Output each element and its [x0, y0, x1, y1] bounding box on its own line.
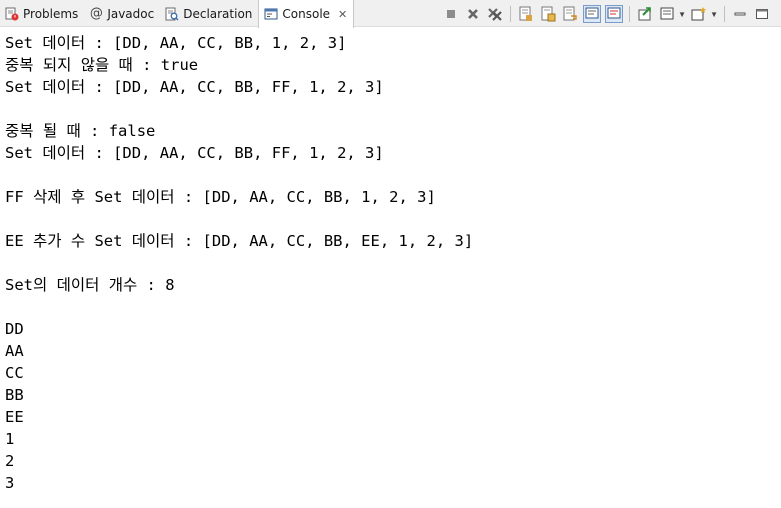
tab-declaration[interactable]: Declaration	[160, 0, 258, 27]
console-output[interactable]: Set 데이터 : [DD, AA, CC, BB, 1, 2, 3] 중복 되…	[0, 28, 781, 508]
scroll-lock-icon[interactable]	[539, 5, 557, 23]
pin-console-icon[interactable]	[636, 5, 654, 23]
console-line: Set 데이터 : [DD, AA, CC, BB, 1, 2, 3]	[5, 34, 347, 52]
console-line: BB	[5, 386, 24, 404]
console-line: 2	[5, 452, 15, 470]
clear-console-icon[interactable]	[517, 5, 535, 23]
toolbar-separator	[724, 6, 725, 22]
console-line: 중복 되지 않을 때 : true	[5, 56, 199, 74]
console-line: DD	[5, 320, 24, 338]
console-line: 3	[5, 474, 15, 492]
console-line: 1	[5, 430, 15, 448]
tab-javadoc[interactable]: @ Javadoc	[84, 0, 160, 27]
problems-icon	[4, 6, 20, 22]
remove-launch-icon[interactable]	[464, 5, 482, 23]
show-console-on-error-icon[interactable]	[605, 5, 624, 23]
new-console-icon[interactable]	[690, 5, 708, 23]
console-line: Set 데이터 : [DD, AA, CC, BB, FF, 1, 2, 3]	[5, 78, 384, 96]
console-icon	[263, 6, 279, 22]
terminate-icon[interactable]	[442, 5, 460, 23]
console-line: FF 삭제 후 Set 데이터 : [DD, AA, CC, BB, 1, 2,…	[5, 188, 436, 206]
console-toolbar: ▼ ▼	[442, 4, 771, 24]
show-console-on-output-icon[interactable]	[583, 5, 602, 23]
declaration-icon	[164, 6, 180, 22]
tab-label: Problems	[23, 6, 79, 21]
maximize-icon[interactable]	[753, 5, 771, 23]
tab-label: Declaration	[183, 6, 253, 21]
toolbar-separator	[510, 6, 512, 22]
word-wrap-icon[interactable]	[561, 5, 579, 23]
console-line: EE 추가 수 Set 데이터 : [DD, AA, CC, BB, EE, 1…	[5, 232, 474, 250]
console-line: AA	[5, 342, 24, 360]
toolbar-separator	[629, 6, 631, 22]
tab-console[interactable]: Console ✕	[258, 0, 355, 28]
tab-list: Problems @ Javadoc Declaration Console ✕	[0, 0, 355, 28]
console-view: Problems @ Javadoc Declaration Console ✕…	[0, 0, 781, 508]
console-line: 중복 될 때 : false	[5, 122, 156, 140]
console-line: Set 데이터 : [DD, AA, CC, BB, FF, 1, 2, 3]	[5, 144, 384, 162]
display-console-icon[interactable]	[658, 5, 676, 23]
tab-problems[interactable]: Problems	[0, 0, 84, 27]
remove-all-launches-icon[interactable]	[486, 5, 504, 23]
javadoc-icon: @	[89, 6, 103, 21]
close-icon[interactable]: ✕	[338, 9, 347, 20]
tab-label: Console	[282, 7, 331, 21]
console-line: EE	[5, 408, 24, 426]
chevron-down-icon[interactable]: ▼	[678, 10, 686, 19]
view-tab-bar: Problems @ Javadoc Declaration Console ✕…	[0, 0, 781, 28]
chevron-down-icon[interactable]: ▼	[710, 10, 718, 19]
minimize-icon[interactable]	[731, 5, 749, 23]
console-line: Set의 데이터 개수 : 8	[5, 276, 175, 294]
console-line: CC	[5, 364, 24, 382]
tab-label: Javadoc	[107, 6, 155, 21]
